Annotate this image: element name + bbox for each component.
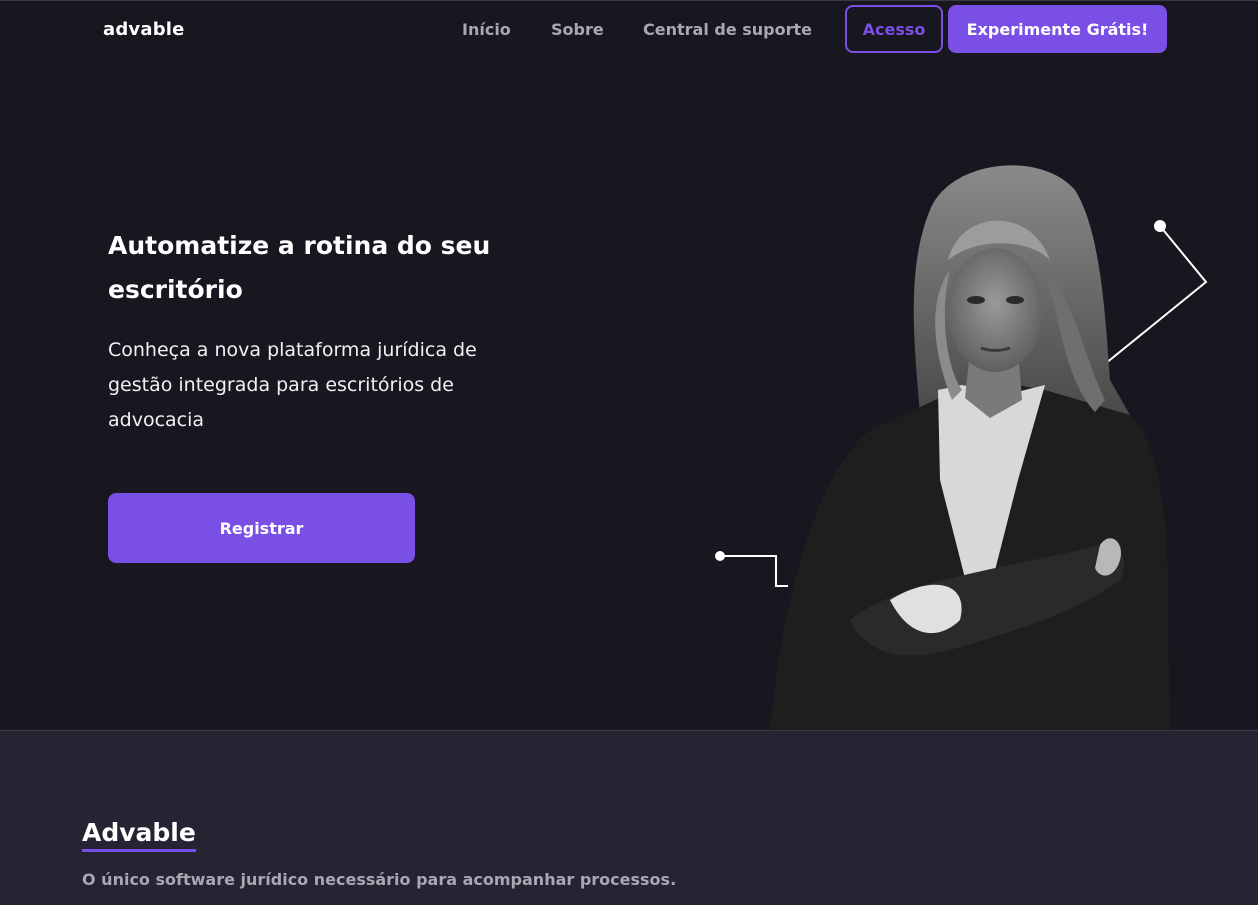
hero-subtitle: Conheça a nova plataforma jurídica de ge… [108,339,477,431]
hero-title: Automatize a rotina do seu escritório [108,231,491,304]
login-button[interactable]: Acesso [845,5,943,53]
hero-illustration [715,165,1208,730]
decorative-dot-left [715,551,725,561]
nav-link-sobre[interactable]: Sobre [551,20,604,39]
register-button[interactable]: Registrar [108,493,415,563]
brand-logo[interactable]: advable [103,19,185,40]
nav-link-inicio[interactable]: Início [462,20,511,39]
decorative-line-left [720,555,788,587]
about-title: Advable [82,818,196,852]
woman-face [947,248,1043,372]
decorative-line-top-right [1099,225,1208,369]
decorative-dot-top [1154,220,1166,232]
about-subtitle: O único software jurídico necessário par… [82,870,677,889]
about-section: Advable O único software jurídico necess… [0,730,1258,905]
top-navigation-bar: advable Início Sobre Central de suporte … [0,0,1258,58]
free-trial-button[interactable]: Experimente Grátis! [948,5,1167,53]
nav-link-suporte[interactable]: Central de suporte [643,20,812,39]
